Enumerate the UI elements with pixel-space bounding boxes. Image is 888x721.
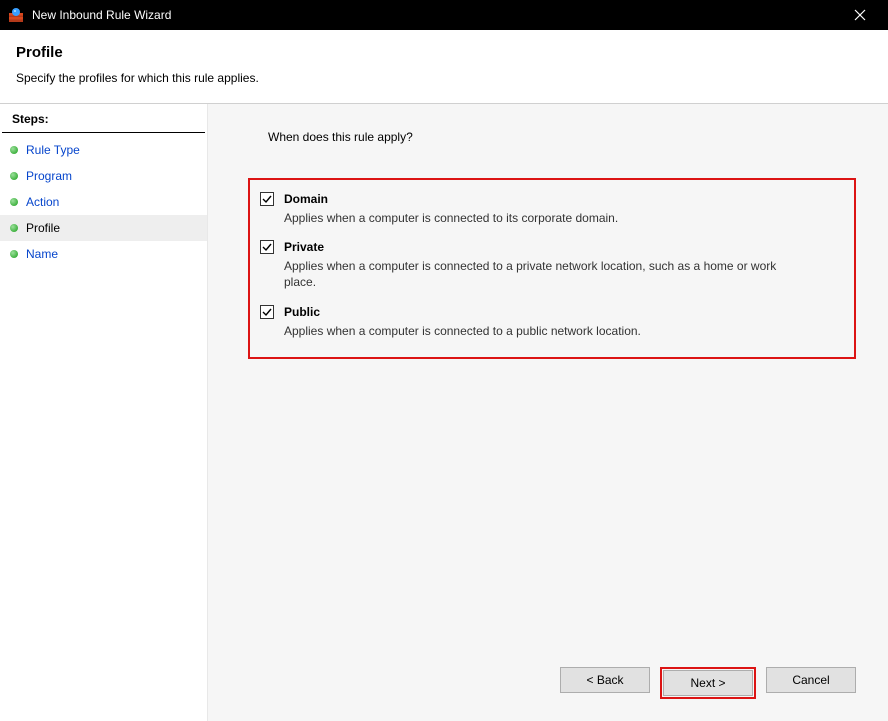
next-button-highlight: Next >	[660, 667, 756, 699]
page-subtitle: Specify the profiles for which this rule…	[16, 71, 872, 85]
checkmark-icon	[261, 193, 273, 205]
sidebar-item-name[interactable]: Name	[0, 241, 207, 267]
close-button[interactable]	[840, 0, 880, 30]
sidebar-item-program[interactable]: Program	[0, 163, 207, 189]
sidebar-item-rule-type[interactable]: Rule Type	[0, 137, 207, 163]
option-private: Private Applies when a computer is conne…	[260, 240, 844, 290]
domain-checkbox[interactable]	[260, 192, 274, 206]
private-checkbox[interactable]	[260, 240, 274, 254]
private-description: Applies when a computer is connected to …	[284, 258, 804, 290]
option-public: Public Applies when a computer is connec…	[260, 305, 844, 339]
options-highlight-box: Domain Applies when a computer is connec…	[248, 178, 856, 359]
step-bullet-icon	[10, 146, 18, 154]
sidebar-item-action[interactable]: Action	[0, 189, 207, 215]
steps-sidebar: Steps: Rule Type Program Action Profile …	[0, 104, 208, 721]
checkmark-icon	[261, 306, 273, 318]
checkmark-icon	[261, 241, 273, 253]
sidebar-item-profile[interactable]: Profile	[0, 215, 207, 241]
sidebar-item-label: Program	[26, 169, 72, 183]
step-bullet-icon	[10, 224, 18, 232]
step-bullet-icon	[10, 172, 18, 180]
wizard-header: Profile Specify the profiles for which t…	[0, 30, 888, 103]
sidebar-item-label: Action	[26, 195, 59, 209]
option-domain: Domain Applies when a computer is connec…	[260, 192, 844, 226]
content-panel: When does this rule apply? Domain Applie…	[208, 104, 888, 721]
content-question: When does this rule apply?	[268, 130, 856, 144]
sidebar-item-label: Profile	[26, 221, 60, 235]
close-icon	[854, 9, 866, 21]
private-label: Private	[284, 240, 324, 254]
steps-heading: Steps:	[2, 108, 205, 133]
next-button[interactable]: Next >	[663, 670, 753, 696]
back-button[interactable]: < Back	[560, 667, 650, 693]
sidebar-item-label: Rule Type	[26, 143, 80, 157]
firewall-icon	[8, 7, 24, 23]
step-bullet-icon	[10, 198, 18, 206]
page-title: Profile	[16, 44, 872, 61]
domain-label: Domain	[284, 192, 328, 206]
cancel-button[interactable]: Cancel	[766, 667, 856, 693]
step-bullet-icon	[10, 250, 18, 258]
public-label: Public	[284, 305, 320, 319]
titlebar: New Inbound Rule Wizard	[0, 0, 888, 30]
window-title: New Inbound Rule Wizard	[32, 8, 840, 22]
public-description: Applies when a computer is connected to …	[284, 323, 804, 339]
sidebar-item-label: Name	[26, 247, 58, 261]
public-checkbox[interactable]	[260, 305, 274, 319]
wizard-body: Steps: Rule Type Program Action Profile …	[0, 103, 888, 721]
domain-description: Applies when a computer is connected to …	[284, 210, 804, 226]
wizard-button-row: < Back Next > Cancel	[248, 659, 856, 709]
